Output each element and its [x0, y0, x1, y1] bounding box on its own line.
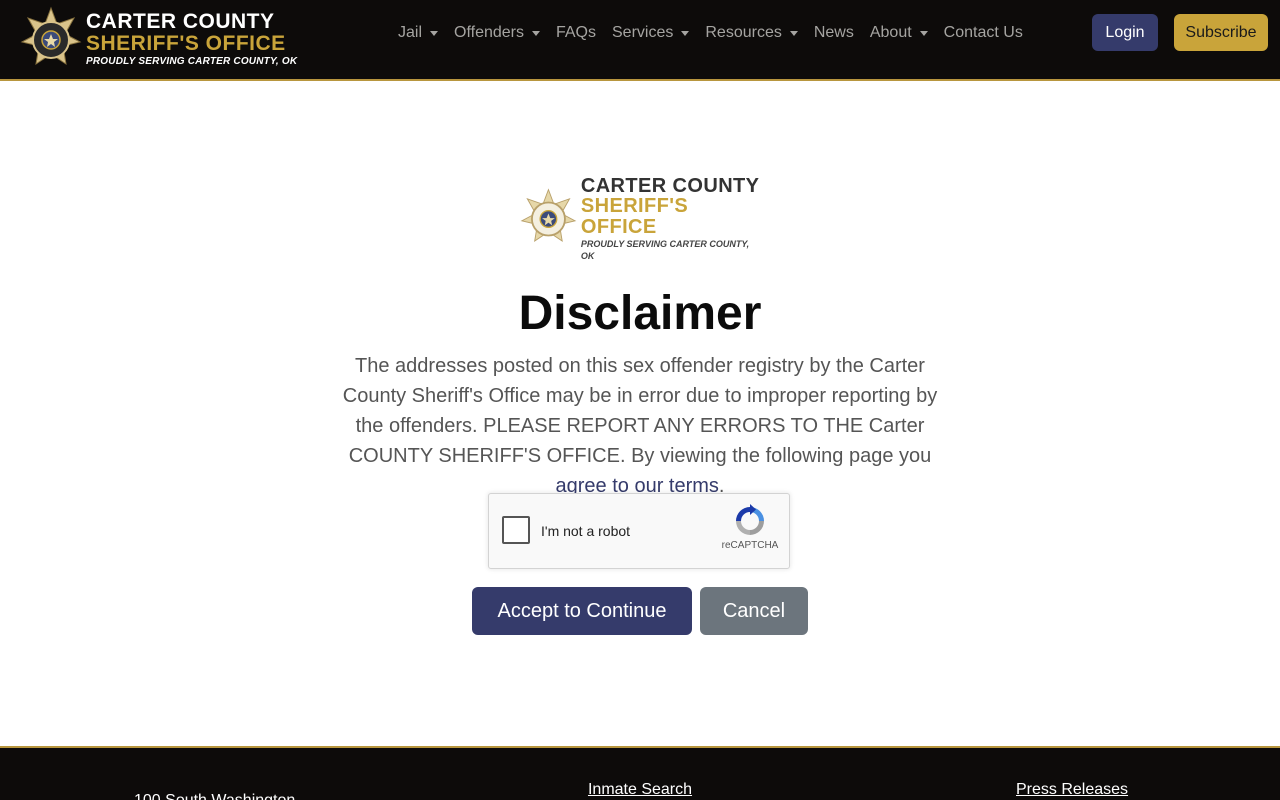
recaptcha-icon — [736, 504, 764, 535]
nav-label: Contact Us — [943, 24, 1023, 41]
brand-line-2: SHERIFF'S OFFICE — [86, 32, 286, 55]
login-button[interactable]: Login — [1092, 14, 1158, 51]
recaptcha-checkbox[interactable] — [502, 516, 530, 544]
caret-down-icon — [789, 30, 798, 36]
subscribe-button[interactable]: Subscribe — [1174, 14, 1268, 51]
nav-offenders[interactable]: Offenders — [454, 24, 540, 42]
footer-inmate-search-link[interactable]: Inmate Search — [588, 781, 692, 798]
nav-label: FAQs — [555, 24, 596, 41]
caret-down-icon — [681, 30, 690, 36]
recaptcha-label: I'm not a robot — [541, 523, 631, 539]
nav-label: News — [813, 24, 854, 41]
logo-line-1: CARTER COUNTY — [580, 175, 760, 197]
site-logo[interactable]: CARTER COUNTY SHERIFF'S OFFICE PROUDLY S… — [20, 6, 297, 74]
brand-tagline: PROUDLY SERVING CARTER COUNTY, OK — [86, 56, 298, 67]
nav-label: Jail — [398, 24, 423, 41]
brand-line-1: CARTER COUNTY — [86, 10, 275, 33]
recaptcha-brand: reCAPTCHA — [721, 540, 779, 551]
nav-label: Offenders — [454, 24, 524, 41]
site-header: CARTER COUNTY SHERIFF'S OFFICE PROUDLY S… — [0, 0, 1280, 81]
brand-text: CARTER COUNTY SHERIFF'S OFFICE PROUDLY S… — [86, 11, 297, 69]
nav-contact-us[interactable]: Contact Us — [944, 24, 1023, 42]
cancel-button[interactable]: Cancel — [700, 587, 808, 635]
caret-down-icon — [531, 30, 540, 36]
disclaimer-logo: CARTER COUNTY SHERIFF'S OFFICE PROUDLY S… — [520, 176, 760, 261]
page-title: Disclaimer — [518, 287, 762, 340]
caret-down-icon — [919, 30, 928, 36]
disclaimer-text: The addresses posted on this sex offende… — [330, 351, 950, 501]
main-nav: Jail Offenders FAQs Services Resources N… — [398, 22, 1039, 44]
sheriff-badge-icon — [20, 6, 82, 66]
site-footer: 100 South Washington Inmate Search Press… — [0, 746, 1280, 800]
recaptcha-widget: I'm not a robot reCAPTCHA — [488, 493, 790, 569]
disclaimer-body: The addresses posted on this sex offende… — [342, 355, 938, 467]
nav-label: Services — [612, 24, 674, 41]
logo-line-2: SHERIFF'S OFFICE — [580, 195, 689, 238]
nav-jail[interactable]: Jail — [398, 24, 439, 42]
nav-resources[interactable]: Resources — [705, 24, 798, 42]
nav-services[interactable]: Services — [612, 24, 690, 42]
logo-text: CARTER COUNTY SHERIFF'S OFFICE PROUDLY S… — [581, 176, 760, 262]
logo-tagline: PROUDLY SERVING CARTER COUNTY, OK — [580, 239, 750, 261]
footer-press-releases-link[interactable]: Press Releases — [1016, 781, 1128, 799]
nav-faqs[interactable]: FAQs — [556, 24, 596, 42]
nav-label: About — [869, 24, 912, 41]
sheriff-badge-icon — [520, 188, 577, 242]
nav-news[interactable]: News — [814, 24, 854, 42]
nav-about[interactable]: About — [870, 24, 928, 42]
nav-label: Resources — [705, 24, 782, 41]
accept-button[interactable]: Accept to Continue — [472, 587, 692, 635]
caret-down-icon — [430, 30, 439, 36]
